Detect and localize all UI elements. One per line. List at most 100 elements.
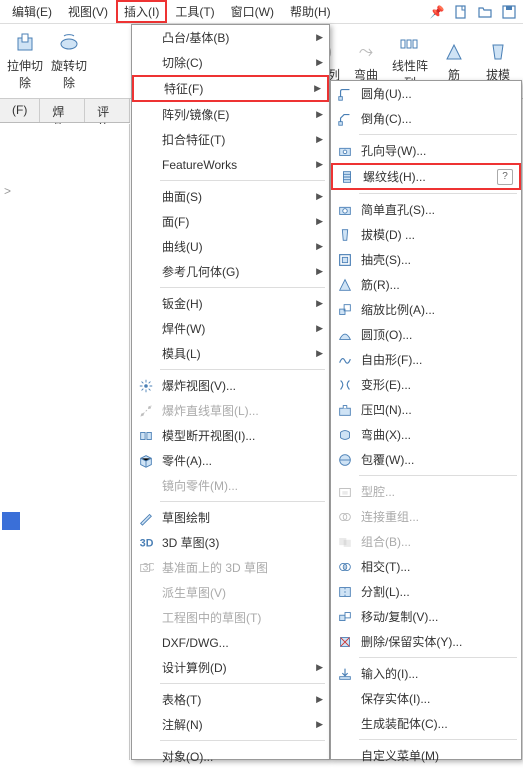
feature-submenu-item-11[interactable]: 圆顶(O)... — [331, 322, 521, 347]
blank-icon — [136, 155, 156, 175]
menu-tools[interactable]: 工具(T) — [167, 0, 222, 23]
menu-edit[interactable]: 编辑(E) — [4, 0, 60, 23]
insert-menu-item-22[interactable]: 草图绘制 — [132, 505, 329, 530]
feature-submenu-item-7[interactable]: 拔模(D) ... — [331, 222, 521, 247]
help-badge-icon[interactable]: ? — [497, 169, 513, 185]
insert-menu-item-20[interactable]: 镜向零件(M)... — [132, 473, 329, 498]
insert-menu-item-5[interactable]: FeatureWorks▶ — [132, 152, 329, 177]
feature-submenu-item-21[interactable]: 相交(T)... — [331, 554, 521, 579]
feature-submenu-item-15[interactable]: 弯曲(X)... — [331, 422, 521, 447]
move-copy-icon — [335, 607, 355, 627]
menu-item-label: 凸台/基体(B) — [156, 29, 312, 46]
blank-icon — [136, 715, 156, 735]
feature-submenu-item-16[interactable]: 包覆(W)... — [331, 447, 521, 472]
sketch-icon — [136, 508, 156, 528]
menu-item-label: 曲线(U) — [156, 238, 312, 255]
feature-submenu-item-13[interactable]: 变形(E)... — [331, 372, 521, 397]
insert-menu-item-26[interactable]: 工程图中的草图(T) — [132, 605, 329, 630]
insert-menu-item-3[interactable]: 阵列/镜像(E)▶ — [132, 102, 329, 127]
ribbon-extrude-cut[interactable]: 拉伸切 除 — [4, 28, 46, 94]
menu-insert[interactable]: 插入(I) — [116, 0, 167, 23]
insert-menu-item-2[interactable]: 特征(F)▶ — [132, 75, 329, 102]
tab-f[interactable]: (F) — [0, 99, 40, 122]
insert-menu-item-14[interactable]: 模具(L)▶ — [132, 341, 329, 366]
insert-menu-item-9[interactable]: 曲线(U)▶ — [132, 234, 329, 259]
insert-menu-item-25[interactable]: 派生草图(V) — [132, 580, 329, 605]
feature-submenu-item-20[interactable]: 组合(B)... — [331, 529, 521, 554]
feature-submenu-item-8[interactable]: 抽壳(S)... — [331, 247, 521, 272]
blank-icon — [136, 319, 156, 339]
chevron-right-icon: ▶ — [312, 241, 323, 252]
insert-menu-item-24[interactable]: 3D基准面上的 3D 草图 — [132, 555, 329, 580]
insert-menu-item-31[interactable]: 注解(N)▶ — [132, 712, 329, 737]
tab-weldment[interactable]: 焊件 — [40, 99, 85, 122]
chevron-right-icon: ▶ — [312, 191, 323, 202]
insert-menu-item-27[interactable]: DXF/DWG... — [132, 630, 329, 655]
menu-help[interactable]: 帮助(H) — [282, 0, 339, 23]
feature-submenu-item-12[interactable]: 自由形(F)... — [331, 347, 521, 372]
open-file-icon[interactable] — [475, 2, 495, 22]
feature-submenu-item-26[interactable]: 输入的(I)... — [331, 661, 521, 686]
feature-submenu-item-28[interactable]: 生成装配体(C)... — [331, 711, 521, 736]
feature-submenu-item-9[interactable]: 筋(R)... — [331, 272, 521, 297]
insert-menu-item-10[interactable]: 参考几何体(G)▶ — [132, 259, 329, 284]
insert-menu-item-17[interactable]: 爆炸直线草图(L)... — [132, 398, 329, 423]
menu-item-label: 包覆(W)... — [355, 451, 515, 468]
menu-item-label: 生成装配体(C)... — [355, 715, 515, 732]
insert-menu-item-13[interactable]: 焊件(W)▶ — [132, 316, 329, 341]
blank-icon — [335, 689, 355, 709]
blank-icon — [136, 262, 156, 282]
feature-submenu-item-0[interactable]: 圆角(U)... — [331, 81, 521, 106]
feature-submenu-item-10[interactable]: 缩放比例(A)... — [331, 297, 521, 322]
blank-icon — [138, 79, 158, 99]
new-file-icon[interactable] — [451, 2, 471, 22]
feature-submenu-item-19[interactable]: 连接重组... — [331, 504, 521, 529]
explode-icon — [136, 376, 156, 396]
ribbon-revolve-cut[interactable]: 旋转切 除 — [48, 28, 90, 94]
feature-submenu-item-14[interactable]: 压凹(N)... — [331, 397, 521, 422]
insert-menu-item-4[interactable]: 扣合特征(T)▶ — [132, 127, 329, 152]
feature-submenu-item-24[interactable]: 删除/保留实体(Y)... — [331, 629, 521, 654]
menu-item-label: 面(F) — [156, 213, 312, 230]
insert-menu-item-8[interactable]: 面(F)▶ — [132, 209, 329, 234]
menu-item-label: 螺纹线(H)... — [357, 168, 497, 185]
feature-submenu-item-30[interactable]: 自定义菜单(M) — [331, 743, 521, 768]
insert-menu-item-28[interactable]: 设计算例(D)▶ — [132, 655, 329, 680]
menu-view[interactable]: 视图(V) — [60, 0, 116, 23]
feature-submenu-item-23[interactable]: 移动/复制(V)... — [331, 604, 521, 629]
selection-marker — [2, 512, 20, 530]
insert-menu-item-19[interactable]: 零件(A)... — [132, 448, 329, 473]
insert-menu-item-33[interactable]: 对象(O)... — [132, 744, 329, 769]
blank-icon — [136, 344, 156, 364]
feature-submenu-item-6[interactable]: 简单直孔(S)... — [331, 197, 521, 222]
break-icon — [136, 426, 156, 446]
menu-window[interactable]: 窗口(W) — [223, 0, 282, 23]
menu-item-label: 注解(N) — [156, 716, 312, 733]
feature-submenu-item-3[interactable]: 孔向导(W)... — [331, 138, 521, 163]
insert-menu-item-1[interactable]: 切除(C)▶ — [132, 50, 329, 75]
insert-menu-item-30[interactable]: 表格(T)▶ — [132, 687, 329, 712]
menu-item-label: 抽壳(S)... — [355, 251, 515, 268]
feature-submenu-item-18[interactable]: 型腔... — [331, 479, 521, 504]
pin-icon[interactable]: 📌 — [427, 2, 447, 22]
save-icon[interactable] — [499, 2, 519, 22]
menu-item-label: 镜向零件(M)... — [156, 477, 323, 494]
insert-menu-item-16[interactable]: 爆炸视图(V)... — [132, 373, 329, 398]
tab-evaluate[interactable]: 评估 — [85, 99, 130, 122]
sketch3d-icon: 3D — [136, 533, 156, 553]
insert-menu-item-12[interactable]: 钣金(H)▶ — [132, 291, 329, 316]
insert-menu-item-0[interactable]: 凸台/基体(B)▶ — [132, 25, 329, 50]
feature-submenu-item-1[interactable]: 倒角(C)... — [331, 106, 521, 131]
insert-menu-item-18[interactable]: 模型断开视图(I)... — [132, 423, 329, 448]
insert-menu-item-23[interactable]: 3D3D 草图(3) — [132, 530, 329, 555]
chevron-right-icon: ▶ — [312, 159, 323, 170]
insert-menu-item-7[interactable]: 曲面(S)▶ — [132, 184, 329, 209]
feature-submenu-item-27[interactable]: 保存实体(I)... — [331, 686, 521, 711]
menu-item-label: 草图绘制 — [156, 509, 323, 526]
menu-item-label: 输入的(I)... — [355, 665, 515, 682]
menu-item-label: 移动/复制(V)... — [355, 608, 515, 625]
feature-submenu-item-22[interactable]: 分割(L)... — [331, 579, 521, 604]
flex-icon — [335, 425, 355, 445]
feature-submenu-item-4[interactable]: 螺纹线(H)...? — [331, 163, 521, 190]
combine-icon — [335, 532, 355, 552]
